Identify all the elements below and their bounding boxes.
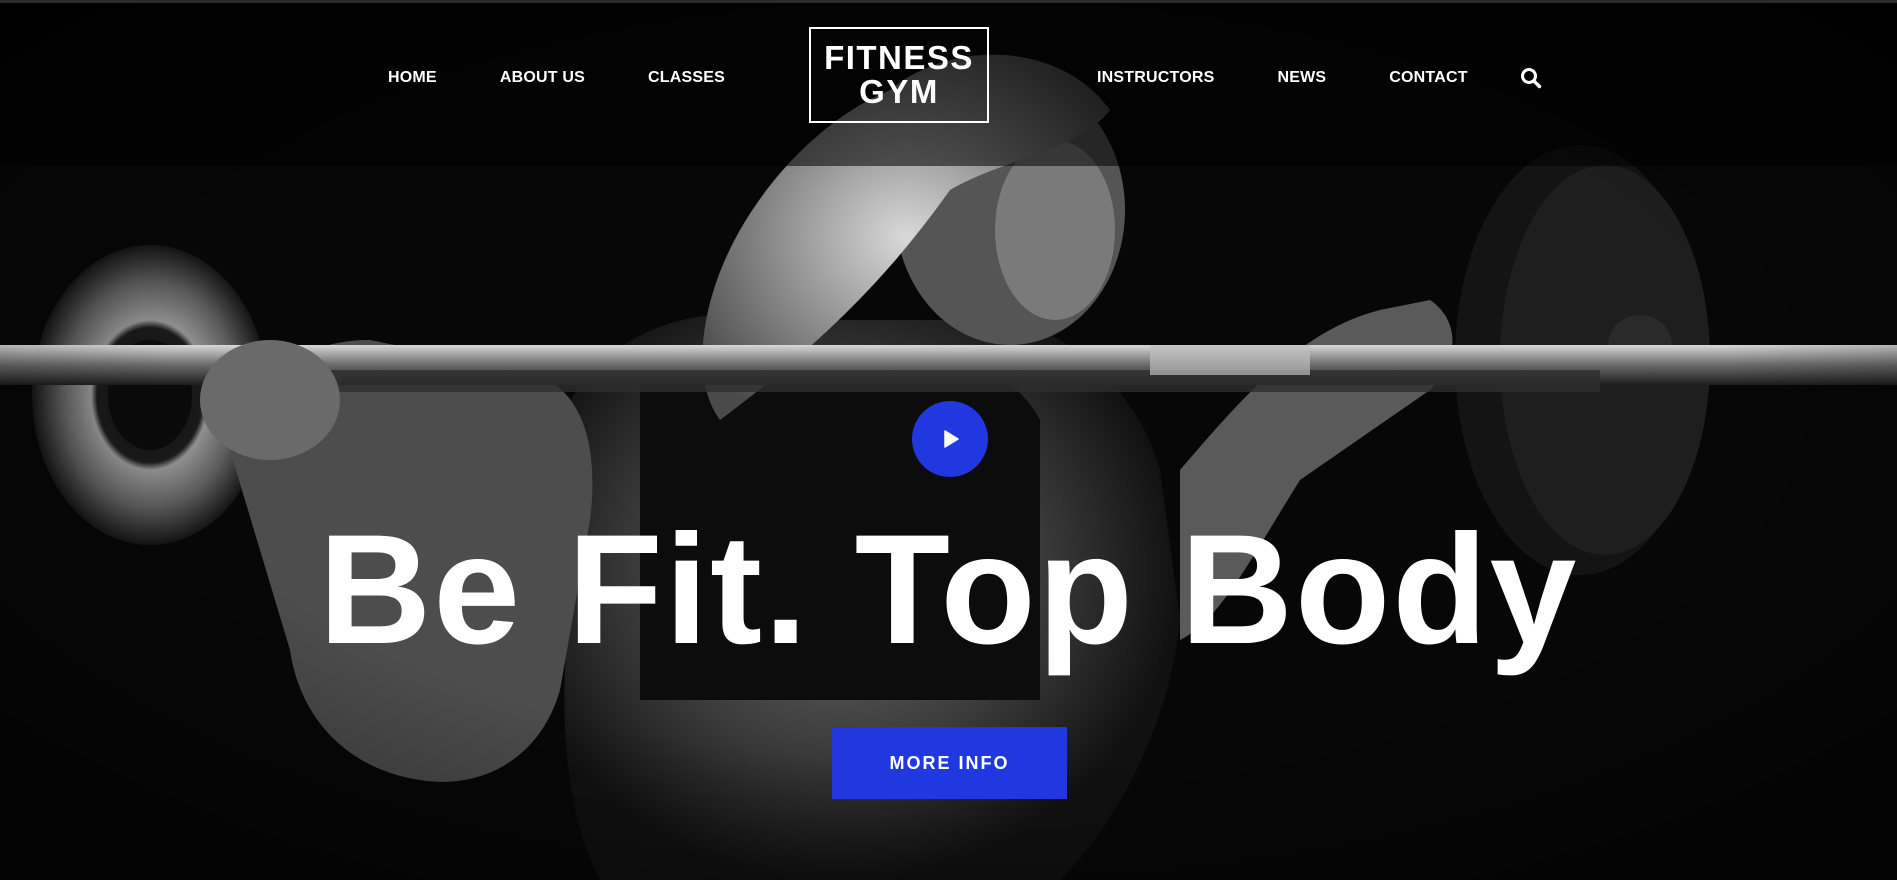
logo-line-2: GYM: [859, 73, 939, 110]
search-button[interactable]: [1520, 67, 1542, 89]
nav-instructors[interactable]: INSTRUCTORS: [1097, 69, 1214, 87]
main-nav-right: INSTRUCTORS NEWS CONTACT: [1097, 66, 1468, 90]
logo-line-1: FITNESS: [824, 39, 974, 76]
nav-contact[interactable]: CONTACT: [1389, 69, 1467, 87]
nav-news[interactable]: NEWS: [1277, 69, 1326, 87]
play-icon: [944, 430, 959, 448]
nav-about-us[interactable]: ABOUT US: [500, 69, 585, 87]
search-icon: [1521, 68, 1542, 89]
site-logo[interactable]: FITNESS GYM: [809, 27, 989, 123]
main-nav-left: HOME ABOUT US CLASSES: [388, 66, 725, 90]
landing-page: HOME ABOUT US CLASSES FITNESS GYM INSTRU…: [0, 0, 1897, 880]
play-video-button[interactable]: [912, 401, 988, 477]
nav-classes[interactable]: CLASSES: [648, 69, 725, 87]
hero-headline: Be Fit. Top Body: [318, 503, 1579, 677]
more-info-button[interactable]: MORE INFO: [832, 727, 1067, 799]
nav-home[interactable]: HOME: [388, 69, 437, 87]
